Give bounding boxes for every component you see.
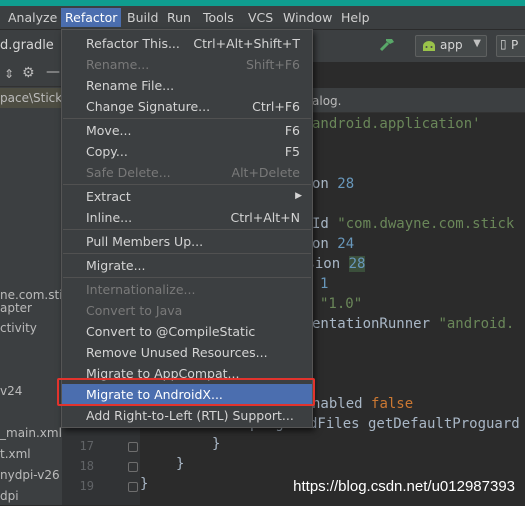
collapse-icon[interactable]: — (46, 64, 60, 80)
submenu-arrow-icon: ▶ (295, 191, 302, 201)
line-number: 17 (79, 439, 94, 453)
code-line: } (176, 456, 185, 472)
tree-row[interactable]: dpi (0, 486, 62, 506)
menu-separator (63, 277, 311, 278)
tree-row[interactable]: _main.xml (0, 423, 62, 443)
menu-separator (63, 184, 311, 185)
menu-item-pull-members-up[interactable]: Pull Members Up... (62, 231, 312, 252)
code-line: Id "com.dwayne.com.stick (312, 216, 515, 232)
device-select[interactable]: ▯ P (496, 35, 525, 57)
editor-tab-label[interactable]: alog. (312, 90, 341, 112)
project-panel: ⇕ ⚙ — pace\Stick ne.com.stic apter ctivi… (0, 62, 62, 505)
code-line: entationRunner "android. (312, 316, 515, 332)
menu-bar: Analyze Refactor Build Run Tools VCS Win… (0, 6, 525, 30)
run-config-select[interactable]: app ▼ (415, 35, 487, 57)
tree-row[interactable]: nydpi-v26 (0, 465, 62, 485)
split-icon[interactable]: ⇕ (4, 67, 14, 81)
hammer-build-icon[interactable] (378, 36, 396, 54)
menu-item-internationalize[interactable]: Internationalize... (62, 279, 312, 300)
menu-item-inline[interactable]: Inline... Ctrl+Alt+N (62, 207, 312, 228)
project-panel-toolbar: ⇕ ⚙ — (0, 62, 62, 87)
menu-refactor[interactable]: Refactor (61, 8, 122, 27)
code-line: android.application' (312, 116, 481, 132)
gear-icon[interactable]: ⚙ (22, 65, 35, 81)
tree-row[interactable]: apter (0, 298, 62, 318)
device-label: P (511, 38, 519, 52)
watermark: https://blog.csdn.net/u012987393 (293, 478, 515, 495)
project-path: pace\Stick (0, 88, 62, 108)
phone-icon: ▯ (500, 37, 507, 51)
code-line: } (212, 436, 221, 452)
menu-window[interactable]: Window (279, 8, 336, 27)
tree-row[interactable]: t.xml (0, 444, 62, 464)
menu-separator (63, 118, 311, 119)
fold-marker-icon[interactable] (128, 482, 138, 492)
menu-build[interactable]: Build (123, 8, 162, 27)
menu-item-migrate[interactable]: Migrate... (62, 255, 312, 276)
tree-row[interactable]: v24 (0, 381, 62, 401)
chevron-down-icon: ▼ (473, 38, 481, 49)
refactor-menu: Refactor This... Ctrl+Alt+Shift+T Rename.… (61, 29, 313, 428)
menu-help[interactable]: Help (337, 8, 374, 27)
menu-item-rename-file[interactable]: Rename File... (62, 75, 312, 96)
menu-item-change-signature[interactable]: Change Signature... Ctrl+F6 (62, 96, 312, 117)
file-tab-gradle[interactable]: d.gradle (0, 38, 54, 53)
code-line: "1.0" (320, 296, 363, 312)
code-line: on 28 (312, 176, 355, 192)
menu-item-rename[interactable]: Rename... Shift+F6 (62, 54, 312, 75)
menu-item-extract[interactable]: Extract ▶ (62, 186, 312, 207)
menu-item-move[interactable]: Move... F6 (62, 120, 312, 141)
menu-tools[interactable]: Tools (199, 8, 238, 27)
menu-item-convert-to-java[interactable]: Convert to Java (62, 300, 312, 321)
menu-item-convert-compile-static[interactable]: Convert to @CompileStatic (62, 321, 312, 342)
line-number: 19 (79, 479, 94, 493)
code-line: on 24 (312, 236, 355, 252)
highlight-box (57, 378, 315, 406)
android-icon (423, 41, 435, 51)
fold-marker-icon[interactable] (128, 442, 138, 452)
code-line: 1 (320, 276, 329, 292)
menu-separator (63, 253, 311, 254)
menu-vcs[interactable]: VCS (244, 8, 277, 27)
line-number: 18 (79, 459, 94, 473)
menu-item-copy[interactable]: Copy... F5 (62, 141, 312, 162)
menu-item-safe-delete[interactable]: Safe Delete... Alt+Delete (62, 162, 312, 183)
menu-analyze[interactable]: Analyze (4, 8, 61, 27)
code-line: } (140, 476, 149, 492)
menu-separator (63, 229, 311, 230)
menu-item-remove-unused-resources[interactable]: Remove Unused Resources... (62, 342, 312, 363)
menu-run[interactable]: Run (163, 8, 195, 27)
menu-item-refactor-this[interactable]: Refactor This... Ctrl+Alt+Shift+T (62, 33, 312, 54)
code-line: nabled false (312, 396, 414, 412)
fold-marker-icon[interactable] (128, 462, 138, 472)
menu-item-add-rtl-support[interactable]: Add Right-to-Left (RTL) Support... (62, 405, 312, 426)
run-config-label: app (440, 38, 463, 52)
tree-row[interactable]: ctivity (0, 318, 62, 338)
